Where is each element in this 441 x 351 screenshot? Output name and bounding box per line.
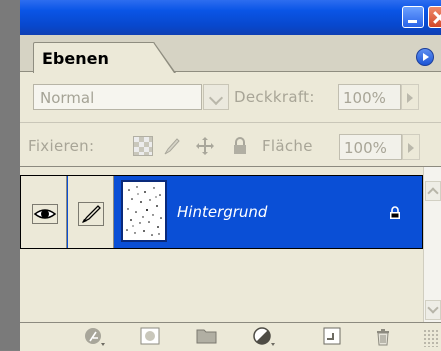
blend-row: Normal Deckkraft: 100%	[20, 84, 441, 114]
link-cell[interactable]	[68, 176, 114, 248]
blend-mode-value: Normal	[40, 89, 95, 107]
layers-list: Hintergrund	[20, 166, 441, 322]
fill-slider-arrow-icon[interactable]	[402, 134, 420, 160]
resize-grip-icon[interactable]	[423, 329, 439, 347]
brush-icon[interactable]	[78, 202, 104, 226]
tab-ebenen[interactable]: Ebenen	[33, 42, 176, 73]
scroll-down-icon[interactable]	[425, 300, 441, 320]
visibility-cell[interactable]	[21, 176, 67, 248]
new-layer-icon[interactable]	[322, 327, 342, 345]
panel-menu-icon[interactable]	[416, 48, 434, 66]
opacity-field[interactable]: 100%	[338, 84, 401, 110]
lock-position-icon[interactable]	[195, 136, 215, 156]
layers-panel: Ebenen Normal Deckkraft: 100% Fixieren:	[20, 35, 441, 351]
opacity-value: 100%	[343, 89, 386, 107]
scroll-up-icon[interactable]	[425, 181, 441, 201]
chevron-down-icon[interactable]	[203, 84, 229, 110]
lock-label: Fixieren:	[28, 137, 95, 155]
adjustment-layer-icon[interactable]	[253, 327, 275, 346]
desktop-strip	[0, 0, 20, 350]
lock-image-icon[interactable]	[162, 136, 182, 156]
fill-field[interactable]: 100%	[339, 134, 402, 160]
minimize-icon[interactable]	[402, 6, 424, 28]
layer-thumbnail	[121, 180, 167, 242]
layer-mask-icon[interactable]	[140, 327, 160, 345]
fill-value: 100%	[344, 139, 387, 157]
trash-icon[interactable]	[373, 327, 393, 346]
lock-row: Fixieren: Fläche 100%	[20, 133, 441, 161]
layer-row-hintergrund[interactable]: Hintergrund	[20, 175, 423, 249]
lock-all-icon[interactable]	[230, 136, 250, 156]
layer-name[interactable]: Hintergrund	[177, 203, 267, 221]
layers-bottom-toolbar	[20, 322, 441, 351]
tab-strip: Ebenen	[20, 35, 441, 73]
vertical-scrollbar[interactable]	[423, 167, 441, 322]
opacity-slider-arrow-icon[interactable]	[401, 84, 419, 110]
fill-label: Fläche	[262, 137, 313, 155]
eye-icon[interactable]	[32, 204, 58, 224]
tab-label: Ebenen	[42, 49, 109, 68]
lock-transparent-icon[interactable]	[133, 136, 153, 156]
divider	[20, 122, 441, 123]
title-bar[interactable]	[20, 0, 441, 35]
layer-style-icon[interactable]	[84, 327, 105, 346]
new-group-icon[interactable]	[196, 327, 217, 345]
opacity-label: Deckkraft:	[234, 88, 315, 106]
layers-palette-window: Ebenen Normal Deckkraft: 100% Fixieren:	[0, 0, 441, 351]
blend-mode-select[interactable]: Normal	[33, 84, 202, 110]
close-icon[interactable]	[428, 6, 441, 28]
lock-icon	[390, 206, 400, 219]
